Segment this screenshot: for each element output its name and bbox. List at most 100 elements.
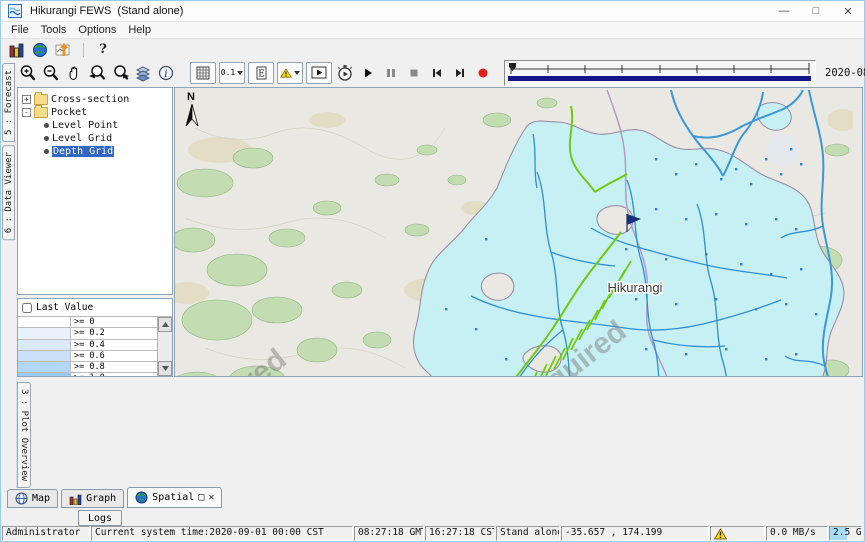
grid-toggle-button[interactable]: [190, 62, 216, 84]
status-network: 0.0 MB/s: [766, 526, 828, 541]
maximize-button[interactable]: □: [800, 1, 832, 21]
time-slider[interactable]: [504, 60, 816, 86]
stop-button[interactable]: [404, 63, 424, 83]
zoom-previous-icon[interactable]: [87, 63, 107, 83]
timeseries-chart-icon[interactable]: [55, 41, 73, 58]
animation-timer-icon[interactable]: [335, 63, 355, 83]
tree-item-level-grid[interactable]: Level Grid: [44, 132, 172, 144]
app-logo-icon: [6, 3, 24, 20]
status-warning: [710, 526, 765, 541]
spatial-toolbar: i 0.1 E: [16, 58, 863, 87]
zoom-in-icon[interactable]: [18, 63, 38, 83]
legend-row: >= 0: [18, 317, 157, 328]
legend-rows: >= 0 >= 0.2 >= 0.4 >= 0.6 >= 0.8 >= 1.0 …: [18, 317, 157, 376]
pause-button[interactable]: [381, 63, 401, 83]
logs-button[interactable]: Logs: [78, 510, 122, 526]
tab-forecast[interactable]: 5 : Forecast: [2, 63, 15, 142]
status-mode: Stand alone: [496, 526, 560, 541]
bullet-icon: [44, 123, 49, 128]
status-local-time: 16:27:18 CST: [425, 526, 495, 541]
menu-file[interactable]: File: [5, 24, 35, 36]
layer-tree: + Cross-section - Pocket Level Point: [17, 87, 173, 295]
menu-help[interactable]: Help: [122, 24, 157, 36]
contour-threshold-dropdown[interactable]: 0.1: [219, 62, 245, 84]
current-time-label: 2020-08-25 00:00:00 CST: [825, 67, 865, 79]
tab-map[interactable]: Map: [7, 489, 58, 508]
minimize-button[interactable]: —: [768, 1, 800, 21]
toolbar-separator: [83, 43, 84, 57]
main-area: 5 : Forecast 6 : Data Viewer: [2, 58, 863, 488]
skip-to-end-button[interactable]: [450, 63, 470, 83]
legend-label: >= 0.8: [71, 362, 157, 372]
tree-item-cross-section[interactable]: + Cross-section: [22, 93, 172, 105]
map-view[interactable]: API Key Required API Key Required N: [174, 87, 863, 377]
right-tab-strip: 3 : Plot Overview: [16, 377, 33, 488]
last-value-checkbox[interactable]: [22, 303, 32, 313]
panel-close-button[interactable]: ✕: [208, 493, 214, 503]
legend-label: >= 0.2: [71, 328, 157, 338]
legend-scrollbar[interactable]: [157, 317, 172, 376]
expander-icon[interactable]: +: [22, 95, 31, 104]
legend-row: >= 0.4: [18, 340, 157, 351]
tab-spatial[interactable]: Spatial □ ✕: [127, 487, 222, 508]
legend-row: >= 0.2: [18, 328, 157, 339]
zoom-next-icon[interactable]: [110, 63, 130, 83]
folder-icon: [34, 107, 48, 118]
globe-icon: [135, 491, 148, 504]
map-globe-icon[interactable]: [31, 41, 49, 58]
skip-to-start-button[interactable]: [427, 63, 447, 83]
legend-swatch: [18, 340, 71, 350]
legend-row: >= 1.0: [18, 373, 157, 375]
map-canvas: API Key Required API Key Required N: [175, 88, 853, 377]
zoom-out-icon[interactable]: [41, 63, 61, 83]
scroll-up-icon[interactable]: [158, 317, 172, 332]
close-button[interactable]: ✕: [832, 1, 864, 21]
help-button[interactable]: ?: [94, 41, 112, 58]
logs-row: Logs: [2, 508, 863, 528]
town-label: Hikurangi: [608, 280, 663, 295]
legend-label: >= 0.4: [71, 340, 157, 350]
layers-icon[interactable]: [133, 63, 153, 83]
tab-graph[interactable]: Graph: [61, 489, 124, 508]
wire-globe-icon: [15, 492, 28, 505]
window-controls: — □ ✕: [768, 1, 864, 21]
folder-icon: [34, 94, 48, 105]
animation-movie-button[interactable]: [306, 62, 332, 84]
warning-thresholds-dropdown[interactable]: [277, 62, 303, 84]
legend-panel: Last Value >= 0 >= 0.2 >= 0.4 >= 0.6 >= …: [17, 298, 173, 377]
explorer-bars-icon[interactable]: [7, 41, 25, 58]
menu-options[interactable]: Options: [72, 24, 122, 36]
left-tab-strip: 5 : Forecast 6 : Data Viewer: [2, 58, 16, 488]
chevron-down-icon: [237, 71, 243, 75]
elevation-labels-button[interactable]: E: [248, 62, 274, 84]
legend-label: >= 0: [71, 317, 157, 327]
panel-maximize-button[interactable]: □: [198, 493, 204, 503]
chevron-down-icon: [294, 71, 300, 75]
record-button[interactable]: [473, 63, 493, 83]
info-icon[interactable]: i: [156, 63, 176, 83]
tree-item-level-point[interactable]: Level Point: [44, 119, 172, 131]
expander-icon[interactable]: -: [22, 108, 31, 117]
display-tabs: Map Graph Spatial □ ✕: [2, 488, 863, 508]
menu-bar: File Tools Options Help: [1, 22, 864, 39]
window-title: Hikurangi FEWS (Stand alone): [30, 5, 183, 17]
status-memory: 2.5 GB: [829, 526, 862, 541]
legend-swatch: [18, 351, 71, 361]
bullet-icon: [44, 149, 49, 154]
pan-hand-icon[interactable]: [64, 63, 84, 83]
scroll-down-icon[interactable]: [158, 361, 172, 376]
tree-item-pocket[interactable]: - Pocket: [22, 106, 172, 118]
status-bar: Administrator Current system time:2020-0…: [2, 526, 863, 541]
legend-swatch: [18, 373, 71, 375]
bullet-icon: [44, 136, 49, 141]
left-panel: + Cross-section - Pocket Level Point: [16, 87, 174, 377]
tab-data-viewer[interactable]: 6 : Data Viewer: [2, 145, 15, 240]
status-system-time: Current system time:2020-09-01 00:00 CST: [91, 526, 353, 541]
legend-label: >= 1.0: [71, 373, 157, 375]
legend-row: >= 0.6: [18, 351, 157, 362]
play-button[interactable]: [358, 63, 378, 83]
legend-swatch: [18, 362, 71, 372]
menu-tools[interactable]: Tools: [35, 24, 73, 36]
tab-plot-overview[interactable]: 3 : Plot Overview: [17, 382, 31, 488]
tree-item-depth-grid[interactable]: Depth Grid: [44, 145, 172, 157]
